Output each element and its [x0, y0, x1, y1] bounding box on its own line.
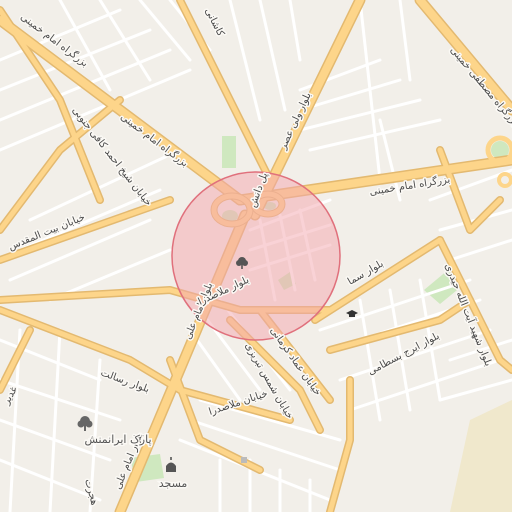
- mosque-icon: [166, 457, 176, 472]
- sand-area: [450, 400, 512, 512]
- map-svg: بزرگراه امام خمینی بزرگراه امام خمینی بز…: [0, 0, 512, 512]
- poi-small-building: [241, 457, 247, 463]
- poi-school[interactable]: [346, 310, 358, 317]
- roundabout: [497, 172, 512, 188]
- label-mostafa-khomeini: بزرگراه مصطفی خمینی: [448, 44, 512, 128]
- park-name-label: پارک ایرانمنش: [84, 433, 151, 446]
- label-hejrat: هجرت: [82, 478, 100, 507]
- tree-icon: [77, 416, 93, 431]
- map-canvas[interactable]: بزرگراه امام خمینی بزرگراه امام خمینی بز…: [0, 0, 512, 512]
- park-area: [222, 136, 236, 168]
- mosque-label: مسجد: [159, 477, 188, 490]
- building-icon: [241, 457, 247, 463]
- graduation-cap-icon: [346, 310, 358, 317]
- label-kashani: کاشانی: [202, 6, 226, 38]
- poi-park-iranmanesh[interactable]: پارک ایرانمنش: [77, 416, 153, 448]
